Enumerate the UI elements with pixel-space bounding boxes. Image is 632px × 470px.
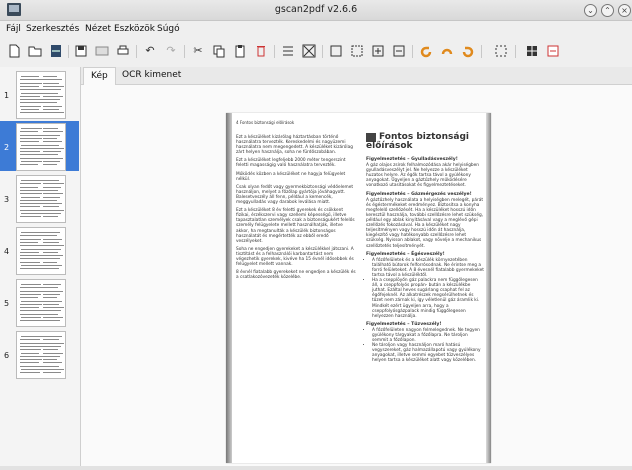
menu-help[interactable]: Súgó	[157, 21, 180, 38]
crop-selection-icon[interactable]	[493, 43, 509, 59]
minimize-icon[interactable]: ⌄	[584, 4, 597, 17]
window-title: gscan2pdf v2.6.6	[274, 4, 358, 15]
zoom-fit-icon[interactable]	[328, 43, 344, 59]
select-all-icon[interactable]	[301, 43, 317, 59]
title-bar: gscan2pdf v2.6.6 ⌄ ⌃ ×	[0, 0, 632, 21]
save-icon[interactable]	[73, 43, 89, 59]
rotate-left-icon[interactable]	[418, 43, 434, 59]
menu-tools[interactable]: Eszközök	[114, 21, 155, 38]
image-viewer[interactable]: 4 Fontos biztonsági előírások Ezt a kész…	[81, 85, 632, 466]
thumbnail-image	[16, 227, 66, 275]
thumbnail-row[interactable]: 6	[0, 329, 79, 379]
renumber-icon[interactable]	[280, 43, 296, 59]
thumbnail-number: 1	[4, 91, 10, 100]
zoom-out-icon[interactable]	[391, 43, 407, 59]
thumbnail-image	[16, 175, 66, 223]
print-icon[interactable]	[115, 43, 131, 59]
email-icon[interactable]	[94, 43, 110, 59]
cut-icon[interactable]: ✂	[190, 43, 206, 59]
thumbnail-number: 3	[4, 195, 10, 204]
thumbnail-image	[16, 331, 66, 379]
scanned-page: 4 Fontos biztonsági előírások Ezt a kész…	[226, 113, 491, 463]
paste-icon[interactable]	[232, 43, 248, 59]
thumbnail-number: 6	[4, 351, 10, 360]
scan-icon[interactable]	[48, 43, 64, 59]
thumbnail-image	[16, 279, 66, 327]
rotate-right-icon[interactable]	[460, 43, 476, 59]
zoom-in-icon[interactable]	[370, 43, 386, 59]
thumbnail-pane: 1 2 3 4 5 6	[0, 67, 81, 466]
horizontal-scrollbar[interactable]	[0, 466, 632, 470]
view-tabs: Kép OCR kimenet	[81, 67, 632, 85]
tab-ocr-output[interactable]: OCR kimenet	[115, 67, 188, 84]
thumbnail-number: 4	[4, 247, 10, 256]
tab-image[interactable]: Kép	[83, 67, 116, 85]
menu-view[interactable]: Nézet	[85, 21, 111, 38]
zoom-100-icon[interactable]	[349, 43, 365, 59]
section-title: Fontos biztonsági előírások	[366, 132, 469, 151]
new-document-icon[interactable]	[6, 43, 22, 59]
thumbnail-row[interactable]: 4	[0, 225, 79, 275]
right-column: Fontos biztonsági előírások Figyelmeztet…	[366, 133, 484, 366]
thumbnail-row[interactable]: 2	[0, 121, 79, 171]
thumbnail-row[interactable]: 1	[0, 69, 79, 119]
thumbnail-number: 2	[4, 143, 10, 152]
split-icon[interactable]	[524, 43, 540, 59]
thumbnail-image	[16, 123, 66, 171]
thumbnail-row[interactable]: 5	[0, 277, 79, 327]
thumbnail-image	[16, 71, 66, 119]
copy-icon[interactable]	[211, 43, 227, 59]
rotate-180-icon[interactable]	[439, 43, 455, 59]
left-column: Ezt a készüléket kizárólag háztartásban …	[236, 135, 356, 281]
open-folder-icon[interactable]	[27, 43, 43, 59]
page-header: 4 Fontos biztonsági előírások	[236, 120, 295, 125]
menu-edit[interactable]: Szerkesztés	[26, 21, 79, 38]
thumbnail-row[interactable]: 3	[0, 173, 79, 223]
redo-icon[interactable]: ↷	[163, 43, 179, 59]
toolbar: ↶ ↷ ✂	[0, 39, 632, 65]
menu-file[interactable]: Fájl	[6, 21, 21, 38]
undo-icon[interactable]: ↶	[142, 43, 158, 59]
menu-bar: Fájl Szerkesztés Nézet Eszközök Súgó	[0, 21, 632, 38]
close-icon[interactable]: ×	[618, 4, 631, 17]
thumbnail-number: 5	[4, 299, 10, 308]
delete-icon[interactable]	[253, 43, 269, 59]
maximize-icon[interactable]: ⌃	[601, 4, 614, 17]
pdf-icon[interactable]	[545, 43, 561, 59]
